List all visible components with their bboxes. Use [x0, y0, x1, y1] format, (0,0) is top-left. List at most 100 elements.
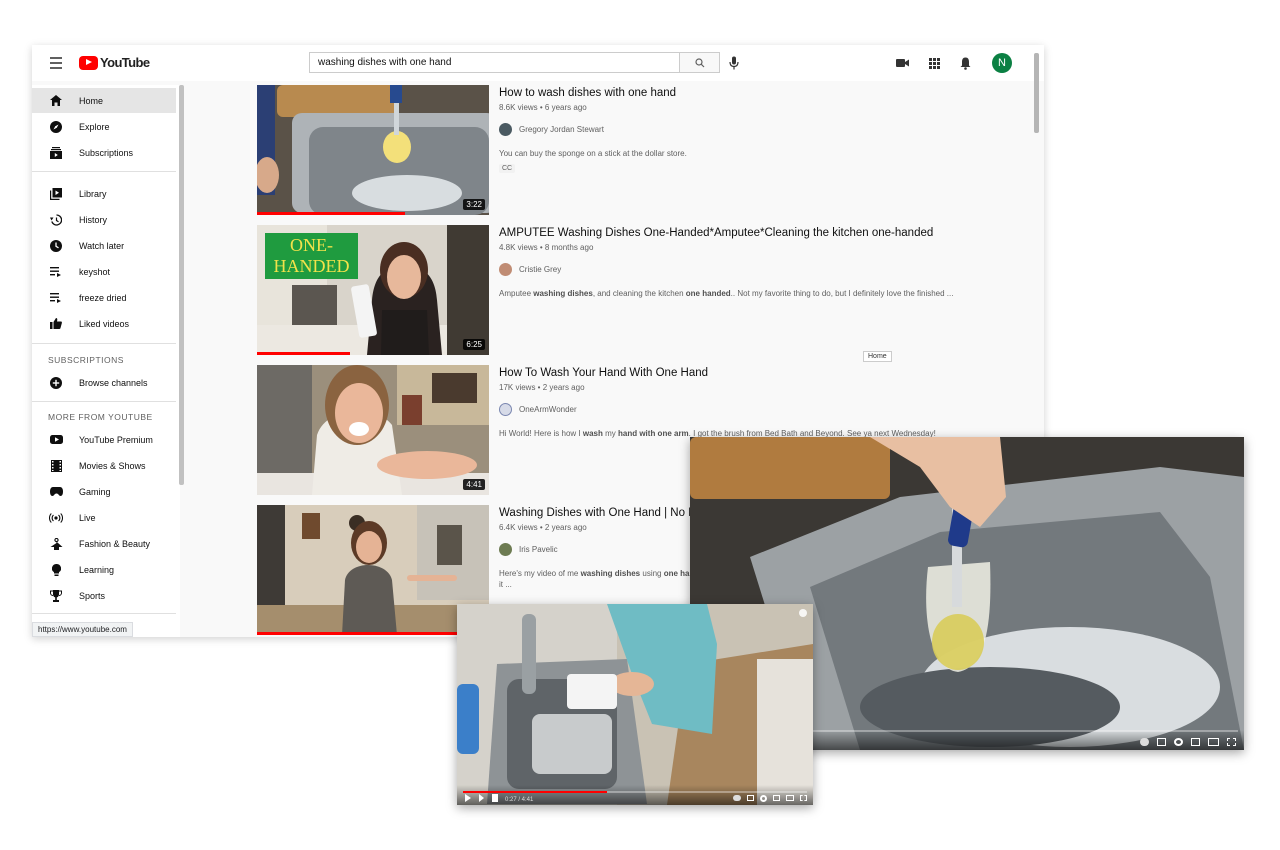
notifications-bell-icon[interactable]	[957, 55, 973, 71]
video-thumbnail[interactable]: ONE- HANDED 6:25	[257, 225, 489, 355]
channel-link[interactable]: Cristie Grey	[499, 263, 561, 276]
sidebar-item-watch-later[interactable]: Watch later	[32, 233, 176, 258]
sidebar-item-live[interactable]: Live	[32, 505, 176, 530]
volume-icon[interactable]	[492, 794, 498, 802]
theater-mode-icon[interactable]	[786, 795, 794, 801]
video-title[interactable]: AMPUTEE Washing Dishes One-Handed*Ampute…	[499, 227, 933, 239]
channel-avatar	[499, 403, 512, 416]
desc-text: Hi World! Here is how I	[499, 429, 583, 438]
sidebar-label: Explore	[79, 121, 110, 132]
youtube-logo[interactable]: YouTube	[79, 55, 150, 70]
info-icon[interactable]	[799, 609, 807, 617]
duration-badge: 4:41	[463, 479, 485, 490]
menu-icon[interactable]	[50, 57, 62, 69]
player-control-icons	[1140, 738, 1236, 746]
autoplay-toggle-icon[interactable]	[1140, 738, 1149, 746]
sidebar-label: Learning	[79, 564, 115, 575]
sidebar-label: Fashion & Beauty	[79, 538, 151, 549]
sidebar-item-learning[interactable]: Learning	[32, 557, 176, 582]
sidebar-item-gaming[interactable]: Gaming	[32, 479, 176, 504]
video-thumbnail[interactable]: 3:22	[257, 85, 489, 215]
next-icon[interactable]	[479, 794, 484, 802]
sidebar-divider	[32, 401, 176, 402]
desc-text: my	[602, 429, 618, 438]
player-progress-bar[interactable]	[463, 791, 807, 793]
desc-text: using	[640, 569, 664, 578]
player-progress-fill	[463, 791, 608, 793]
fullscreen-icon[interactable]	[800, 795, 807, 801]
channel-name: Iris Pavelic	[519, 545, 558, 554]
sidebar-item-library[interactable]: Library	[32, 181, 176, 206]
subscriptions-icon	[49, 146, 63, 160]
video-title[interactable]: Washing Dishes with One Hand | No L	[499, 507, 695, 519]
video-title[interactable]: How To Wash Your Hand With One Hand	[499, 367, 708, 379]
sidebar-item-keyshot[interactable]: keyshot	[32, 259, 176, 284]
sidebar-item-home[interactable]: Home	[32, 88, 176, 113]
sidebar-item-subscriptions[interactable]: Subscriptions	[32, 140, 176, 165]
main-scrollbar[interactable]	[1034, 53, 1039, 133]
channel-link[interactable]: Gregory Jordan Stewart	[499, 123, 604, 136]
sidebar-item-sports[interactable]: Sports	[32, 583, 176, 608]
theater-mode-icon[interactable]	[1208, 738, 1219, 746]
subscriptions-heading: SUBSCRIPTIONS	[48, 355, 124, 365]
search-input[interactable]: washing dishes with one hand	[309, 52, 679, 73]
sidebar-item-history[interactable]: History	[32, 207, 176, 232]
clock-icon	[49, 239, 63, 253]
duration-badge: 6:25	[463, 339, 485, 350]
sidebar-item-explore[interactable]: Explore	[32, 114, 176, 139]
channel-avatar	[499, 123, 512, 136]
lightbulb-icon	[49, 563, 63, 577]
channel-link[interactable]: OneArmWonder	[499, 403, 577, 416]
sidebar-item-freeze-dried[interactable]: freeze dried	[32, 285, 176, 310]
sidebar-item-browse-channels[interactable]: Browse channels	[32, 370, 176, 395]
autoplay-toggle-icon[interactable]	[733, 795, 741, 801]
channel-link[interactable]: Iris Pavelic	[499, 543, 558, 556]
sidebar-label: YouTube Premium	[79, 434, 153, 445]
sidebar-scrollbar[interactable]	[179, 85, 184, 485]
youtube-play-icon	[79, 55, 98, 70]
sidebar-divider	[32, 171, 176, 172]
sidebar-item-youtube-premium[interactable]: YouTube Premium	[32, 427, 176, 452]
trophy-icon	[49, 589, 63, 603]
sidebar-item-liked-videos[interactable]: Liked videos	[32, 311, 176, 336]
search-button[interactable]	[679, 52, 720, 73]
video-result[interactable]: ONE- HANDED 6:25 AMPUTEE Washing Dishes …	[257, 225, 1037, 355]
desc-text: Here's my video of me	[499, 569, 581, 578]
time-display: 0:27 / 4:41	[505, 797, 534, 803]
sidebar-label: keyshot	[79, 266, 111, 277]
channel-name: Cristie Grey	[519, 265, 562, 274]
fullscreen-icon[interactable]	[1227, 738, 1236, 746]
video-player-small[interactable]: 0:27 / 4:41	[457, 604, 813, 805]
video-thumbnail[interactable]: 4:41	[257, 365, 489, 495]
sidebar-label: Movies & Shows	[79, 460, 146, 471]
apps-grid-icon[interactable]	[926, 55, 942, 71]
desc-highlight: washing dishes	[533, 289, 593, 298]
settings-gear-icon[interactable]	[760, 795, 767, 802]
subtitles-icon[interactable]	[747, 795, 754, 801]
sidebar-label: History	[79, 214, 108, 225]
sidebar-label: Liked videos	[79, 318, 130, 329]
playlist-icon	[49, 291, 63, 305]
video-title[interactable]: How to wash dishes with one hand	[499, 87, 676, 99]
miniplayer-icon[interactable]	[1191, 738, 1200, 746]
miniplayer-icon[interactable]	[773, 795, 780, 801]
masthead: YouTube washing dishes with one hand N	[32, 45, 1044, 81]
desc-highlight: one handed	[685, 289, 731, 298]
create-video-icon[interactable]	[895, 55, 911, 71]
watched-progress-bar	[257, 352, 350, 355]
duration-badge: 3:22	[463, 199, 485, 210]
play-icon[interactable]	[465, 794, 471, 802]
hanger-icon	[49, 537, 63, 551]
sidebar-label: Sports	[79, 590, 106, 601]
search-icon	[694, 57, 704, 67]
video-result[interactable]: 3:22 How to wash dishes with one hand 8.…	[257, 85, 1037, 215]
subtitles-icon[interactable]	[1157, 738, 1166, 746]
sidebar-item-fashion-beauty[interactable]: Fashion & Beauty	[32, 531, 176, 556]
sidebar-item-movies-shows[interactable]: Movies & Shows	[32, 453, 176, 478]
microphone-icon[interactable]	[728, 54, 740, 71]
desc-text: .. Not my favorite thing to do, but I de…	[730, 289, 954, 298]
desc-text: , and cleaning the kitchen	[592, 289, 686, 298]
account-avatar[interactable]: N	[992, 53, 1012, 73]
video-thumbnail[interactable]	[257, 505, 489, 635]
settings-gear-icon[interactable]	[1174, 738, 1183, 746]
